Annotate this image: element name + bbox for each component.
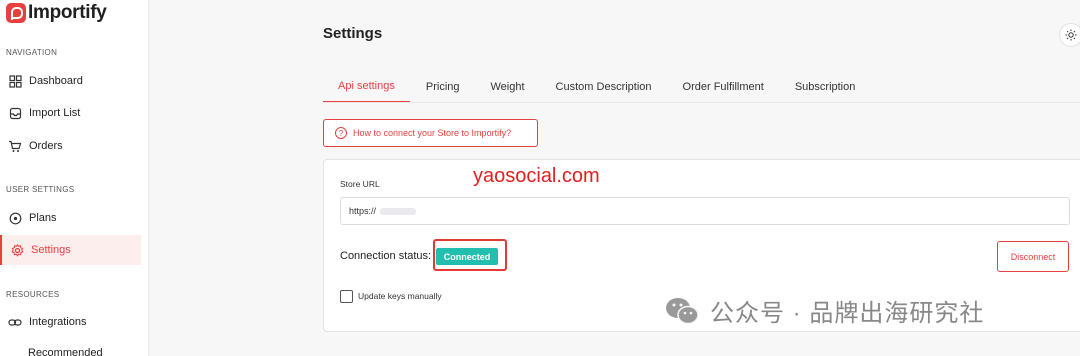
sun-icon (1065, 29, 1077, 41)
sidebar-item-dashboard[interactable]: Dashboard (0, 66, 141, 96)
sidebar-item-orders[interactable]: Orders (0, 131, 141, 161)
app-name: Importify (28, 2, 107, 23)
connect-store-help-button[interactable]: ? How to connect your Store to Importify… (323, 119, 538, 147)
tab-api-settings[interactable]: Api settings (323, 70, 410, 103)
wechat-watermark: 公众号 · 品牌出海研究社 (664, 293, 984, 328)
importify-logo-icon (6, 3, 26, 23)
cart-icon (8, 139, 22, 153)
sidebar-item-label: Integrations (29, 316, 87, 328)
wechat-account-text: 公众号 · 品牌出海研究社 (710, 300, 985, 327)
page-title: Settings (323, 25, 383, 42)
sidebar-item-label: Orders (29, 140, 63, 152)
inbox-icon (8, 106, 22, 120)
tabs-divider (323, 102, 1080, 103)
store-url-value: https:// (349, 206, 377, 216)
link-icon (8, 315, 22, 329)
section-title-user-settings: USER SETTINGS (6, 185, 75, 194)
update-keys-label[interactable]: Update keys manually (358, 291, 442, 301)
sidebar-item-label: Dashboard (29, 75, 83, 87)
sidebar-item-label: Recommended (28, 347, 103, 356)
section-title-resources: RESOURCES (6, 290, 60, 299)
connection-status-badge: Connected (436, 248, 498, 265)
question-icon: ? (335, 127, 347, 139)
sidebar: Importify NAVIGATION Dashboard Import Li… (0, 0, 149, 356)
store-url-label: Store URL (340, 179, 380, 189)
help-button-label: How to connect your Store to Importify? (353, 128, 512, 138)
sidebar-item-import-list[interactable]: Import List (0, 98, 141, 128)
tab-pricing[interactable]: Pricing (411, 70, 475, 103)
tab-order-fulfillment[interactable]: Order Fulfillment (668, 70, 779, 103)
disconnect-button[interactable]: Disconnect (997, 241, 1069, 272)
store-url-input[interactable]: https:// (340, 197, 1070, 225)
tab-subscription[interactable]: Subscription (780, 70, 871, 103)
redacted-url (380, 207, 417, 215)
wechat-icon (666, 297, 699, 324)
settings-tabs: Api settings Pricing Weight Custom Descr… (323, 70, 871, 103)
sidebar-item-settings[interactable]: Settings (0, 235, 141, 265)
sidebar-item-integrations[interactable]: Integrations (0, 307, 141, 337)
sidebar-item-label: Settings (31, 244, 71, 256)
theme-toggle-button[interactable] (1059, 23, 1080, 47)
sidebar-item-plans[interactable]: Plans (0, 203, 141, 233)
tab-weight[interactable]: Weight (476, 70, 540, 103)
connection-status-label: Connection status: (340, 250, 432, 262)
watermark-text: yaosocial.com (473, 165, 600, 187)
plans-icon (8, 211, 22, 225)
sidebar-item-label: Import List (29, 107, 81, 119)
sidebar-item-recommended[interactable]: Recommended (0, 338, 141, 356)
sidebar-item-label: Plans (29, 212, 57, 224)
tab-custom-description[interactable]: Custom Description (541, 70, 667, 103)
section-title-navigation: NAVIGATION (6, 48, 58, 57)
grid-icon (8, 74, 22, 88)
update-keys-checkbox[interactable] (340, 290, 353, 303)
app-logo[interactable]: Importify (6, 2, 107, 24)
gear-icon (10, 243, 24, 257)
